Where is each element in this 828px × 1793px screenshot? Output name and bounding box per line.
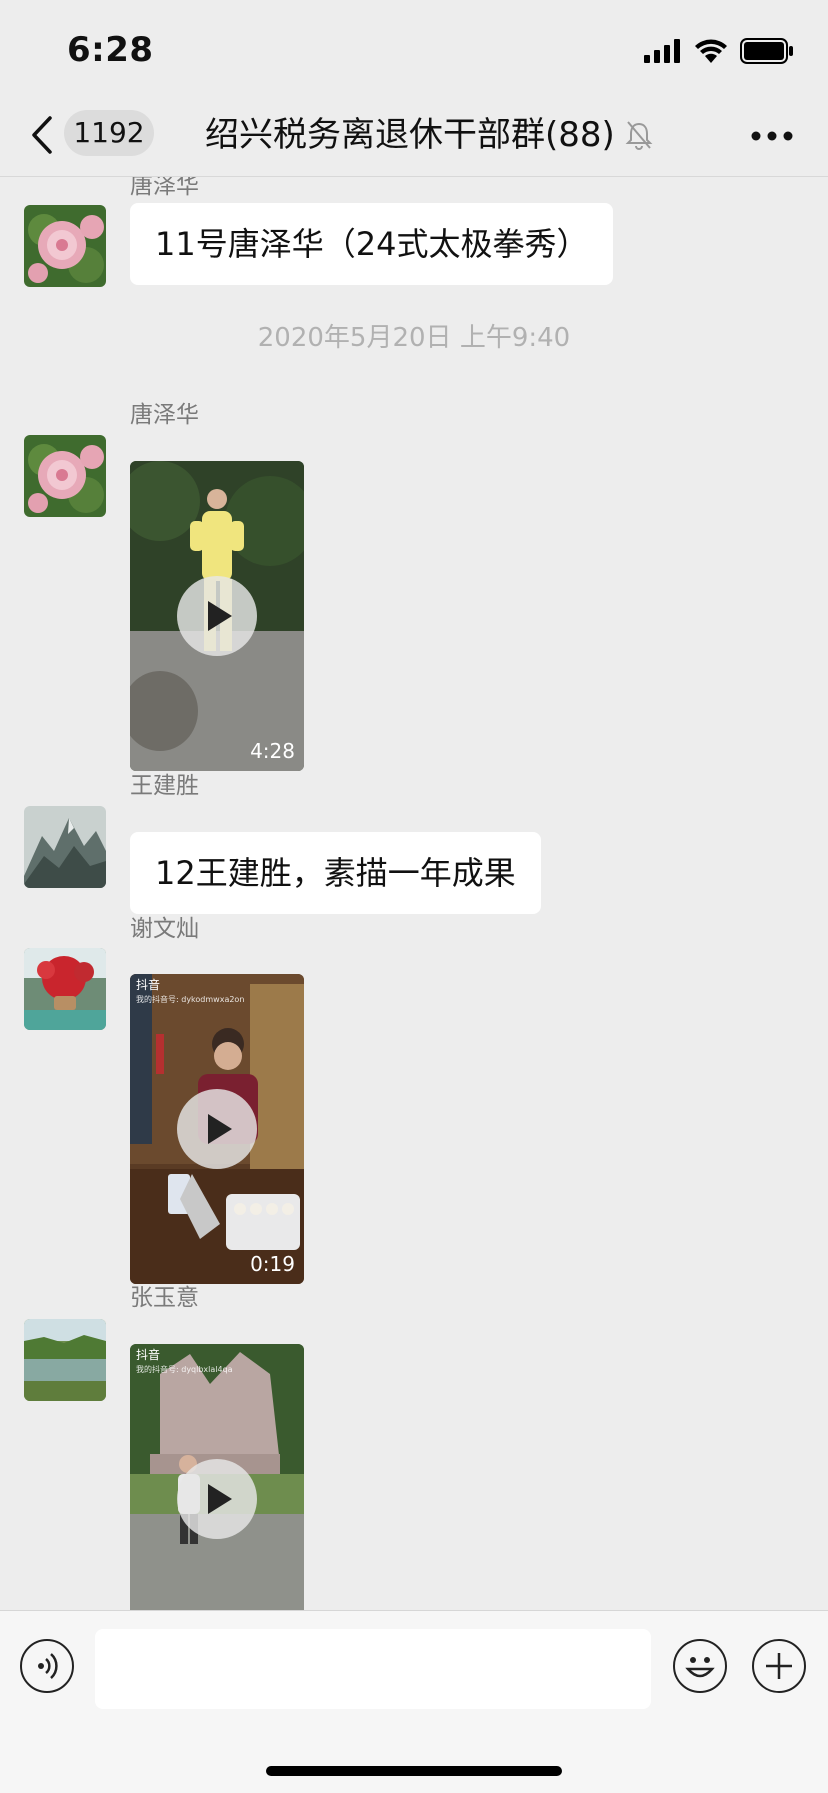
home-indicator [266, 1766, 562, 1776]
voice-icon[interactable] [20, 1639, 74, 1693]
douyin-account: 我的抖音号: dyqlbxlal4qa [136, 1365, 233, 1374]
avatar[interactable] [24, 205, 106, 287]
ellipsis-icon[interactable] [750, 130, 794, 142]
message-bubble[interactable]: 11号唐泽华（24式太极拳秀） [130, 203, 614, 285]
sender-name: 唐泽华 [130, 177, 199, 199]
douyin-watermark: 抖音 [136, 1348, 161, 1362]
video-message[interactable]: 抖音 我的抖音号: dykodmwxa2on 0:19 [130, 974, 304, 1284]
play-icon[interactable] [177, 1459, 257, 1539]
status-time: 6:28 [67, 30, 154, 70]
plus-icon[interactable] [752, 1639, 806, 1693]
message-input[interactable] [95, 1629, 651, 1709]
video-message[interactable]: 抖音 我的抖音号: dyqlbxlal4qa [130, 1344, 304, 1610]
play-icon[interactable] [177, 1089, 257, 1169]
avatar[interactable] [24, 1319, 106, 1401]
avatar[interactable] [24, 948, 106, 1030]
timestamp: 2020年5月20日 上午9:40 [257, 323, 571, 353]
battery-icon [740, 38, 793, 64]
douyin-account: 我的抖音号: dykodmwxa2on [136, 995, 245, 1004]
status-icons [644, 36, 794, 66]
message-bubble[interactable]: 12王建胜，素描一年成果 [130, 832, 541, 914]
sender-name: 谢文灿 [130, 916, 199, 942]
sender-name: 王建胜 [130, 773, 199, 799]
message-list[interactable]: 唐泽华 11号唐泽华（24式太极拳秀） 2020年5月20日 上午9:40 唐泽… [0, 177, 828, 1610]
video-duration: 4:28 [250, 739, 295, 763]
chat-header: 1192 绍兴税务离退休干部群(88) [0, 100, 828, 177]
wifi-icon [695, 39, 727, 63]
play-icon[interactable] [177, 576, 257, 656]
video-message[interactable]: 4:28 [130, 461, 304, 771]
avatar[interactable] [24, 435, 106, 517]
chevron-left-icon[interactable] [28, 110, 58, 160]
emoji-icon[interactable] [673, 1639, 727, 1693]
sender-name: 唐泽华 [130, 402, 199, 428]
avatar[interactable] [24, 806, 106, 888]
bell-muted-icon [625, 121, 653, 150]
chat-title: 绍兴税务离退休干部群(88) [205, 115, 615, 155]
cellular-signal-icon [644, 39, 680, 63]
video-duration: 0:19 [250, 1252, 295, 1276]
sender-name: 张玉意 [130, 1285, 199, 1311]
douyin-watermark: 抖音 [136, 978, 161, 992]
unread-count-badge[interactable]: 1192 [64, 110, 154, 156]
status-bar: 6:28 [0, 0, 828, 100]
